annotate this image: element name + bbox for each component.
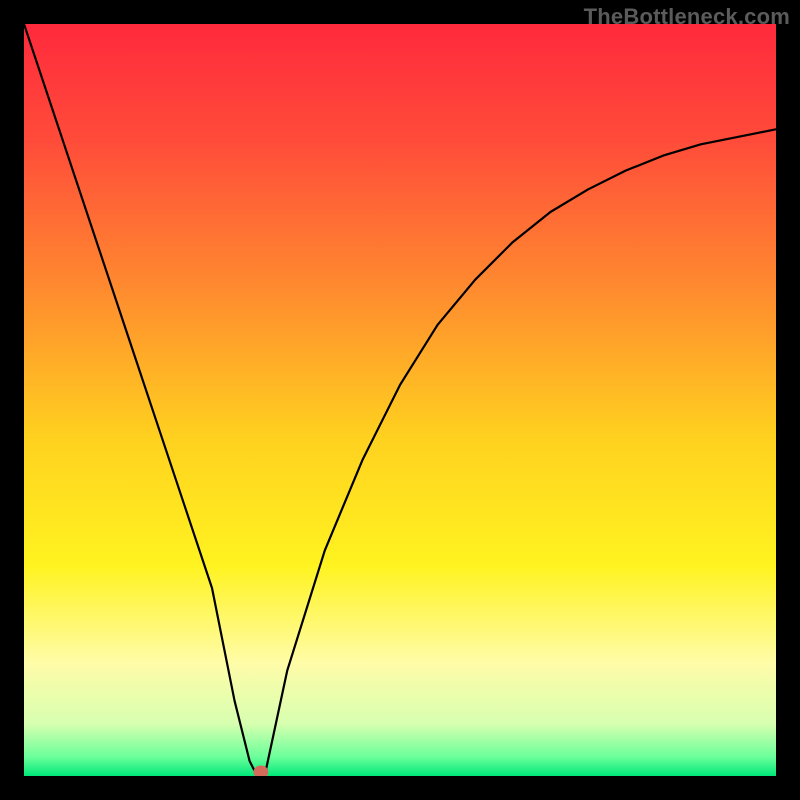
minimum-marker — [254, 766, 268, 776]
gradient-background — [24, 24, 776, 776]
plot-area — [24, 24, 776, 776]
bottleneck-chart — [24, 24, 776, 776]
chart-frame: TheBottleneck.com — [0, 0, 800, 800]
